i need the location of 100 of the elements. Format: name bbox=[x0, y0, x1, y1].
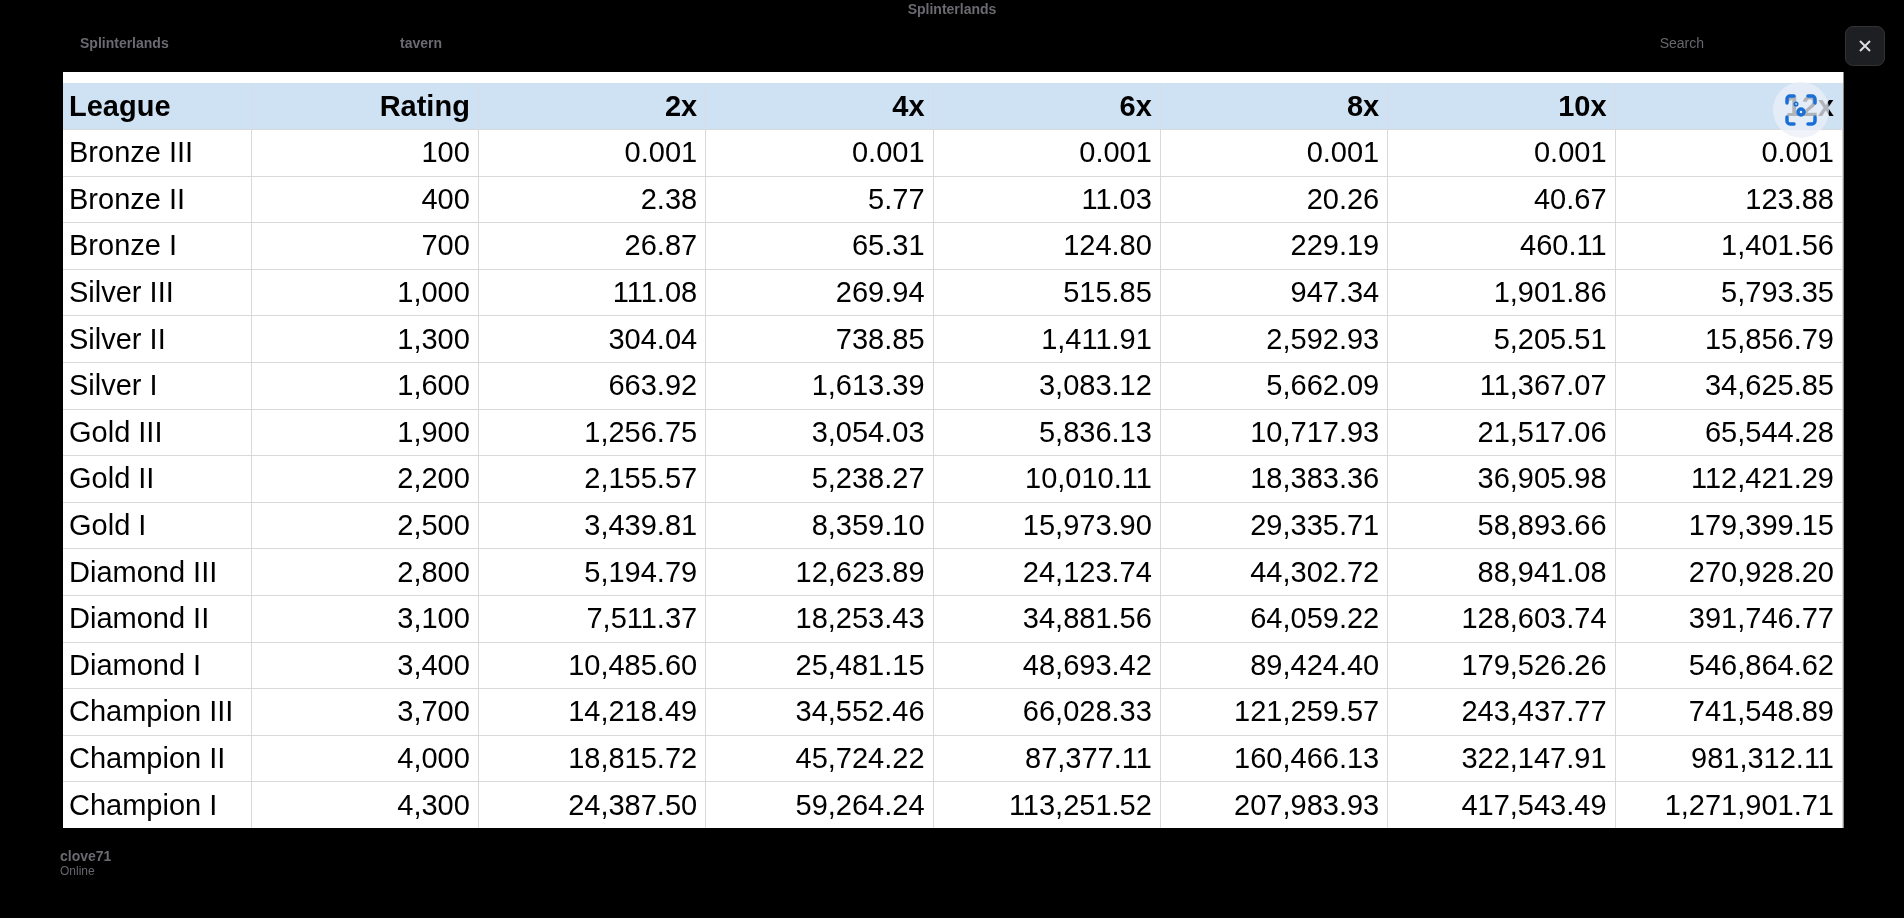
table-cell: 40.67 bbox=[1387, 176, 1616, 223]
table-cell: 229.19 bbox=[1160, 222, 1388, 270]
column-header: 2x bbox=[478, 83, 706, 130]
table-cell: Silver I bbox=[63, 362, 251, 410]
table-cell: Diamond II bbox=[63, 595, 251, 643]
table-cell: 3,100 bbox=[251, 595, 479, 643]
table-cell: 1,900 bbox=[251, 409, 479, 456]
table-cell: 160,466.13 bbox=[1160, 735, 1388, 782]
table-cell: 21,517.06 bbox=[1387, 409, 1616, 456]
user-status: Online bbox=[60, 864, 96, 878]
table-cell: 5.77 bbox=[705, 176, 934, 223]
table-cell: Champion I bbox=[63, 781, 251, 828]
table-cell: 269.94 bbox=[705, 269, 934, 316]
table-cell: 7,511.37 bbox=[478, 595, 706, 643]
table-cell: 663.92 bbox=[478, 362, 706, 410]
table-cell: 2,200 bbox=[251, 455, 479, 503]
table-cell: Diamond I bbox=[63, 642, 251, 689]
table-cell: 89,424.40 bbox=[1160, 642, 1388, 689]
table-cell: 515.85 bbox=[933, 269, 1161, 316]
table-cell: 270,928.20 bbox=[1615, 548, 1843, 596]
column-header: Rating bbox=[251, 83, 479, 130]
table-cell: 1,000 bbox=[251, 269, 479, 316]
table-cell: 128,603.74 bbox=[1387, 595, 1616, 643]
table-cell: 24,387.50 bbox=[478, 781, 706, 828]
table-cell: 24,123.74 bbox=[933, 548, 1161, 596]
table-cell: 0.001 bbox=[1387, 129, 1616, 177]
table-cell: 45,724.22 bbox=[705, 735, 934, 782]
table-cell: 546,864.62 bbox=[1615, 642, 1843, 689]
table-cell: 460.11 bbox=[1387, 222, 1616, 270]
table-cell: 87,377.11 bbox=[933, 735, 1161, 782]
table-cell: 18,815.72 bbox=[478, 735, 706, 782]
table-cell: Bronze III bbox=[63, 129, 251, 177]
table-cell: 207,983.93 bbox=[1160, 781, 1388, 828]
table-cell: 29,335.71 bbox=[1160, 502, 1388, 549]
table-cell: 5,662.09 bbox=[1160, 362, 1388, 410]
table-cell: 1,901.86 bbox=[1387, 269, 1616, 316]
table-cell: 8,359.10 bbox=[705, 502, 934, 549]
table-cell: 3,439.81 bbox=[478, 502, 706, 549]
column-header: 4x bbox=[705, 83, 934, 130]
table-cell: 179,399.15 bbox=[1615, 502, 1843, 549]
table-cell: 14,218.49 bbox=[478, 688, 706, 736]
server-name[interactable]: Splinterlands bbox=[80, 35, 380, 51]
table-cell: 1,613.39 bbox=[705, 362, 934, 410]
table-cell: 4,000 bbox=[251, 735, 479, 782]
table-cell: 741,548.89 bbox=[1615, 688, 1843, 736]
table-cell: 100 bbox=[251, 129, 479, 177]
table-cell: 66,028.33 bbox=[933, 688, 1161, 736]
table-cell: 3,400 bbox=[251, 642, 479, 689]
table-cell: 0.001 bbox=[1160, 129, 1388, 177]
channel-name: tavern bbox=[400, 35, 443, 51]
window-title: Splinterlands bbox=[907, 1, 997, 17]
search-field[interactable]: Search bbox=[1659, 35, 1704, 51]
table-cell: 0.001 bbox=[478, 129, 706, 177]
table-cell: 18,253.43 bbox=[705, 595, 934, 643]
close-button[interactable] bbox=[1845, 26, 1885, 66]
table-cell: 25,481.15 bbox=[705, 642, 934, 689]
table-cell: Bronze I bbox=[63, 222, 251, 270]
table-cell: 1,401.56 bbox=[1615, 222, 1843, 270]
table-cell: 1,411.91 bbox=[933, 315, 1161, 363]
table-cell: 1,600 bbox=[251, 362, 479, 410]
table-cell: Gold III bbox=[63, 409, 251, 456]
table-cell: 400 bbox=[251, 176, 479, 223]
table-cell: 3,083.12 bbox=[933, 362, 1161, 410]
table-cell: 20.26 bbox=[1160, 176, 1388, 223]
table-cell: 322,147.91 bbox=[1387, 735, 1616, 782]
table-cell: 417,543.49 bbox=[1387, 781, 1616, 828]
table-cell: 36,905.98 bbox=[1387, 455, 1616, 503]
table-cell: 11.03 bbox=[933, 176, 1161, 223]
table-cell: Silver III bbox=[63, 269, 251, 316]
table-cell: 10,717.93 bbox=[1160, 409, 1388, 456]
table-cell: 10,010.11 bbox=[933, 455, 1161, 503]
table-cell: 15,973.90 bbox=[933, 502, 1161, 549]
table-cell: 2,800 bbox=[251, 548, 479, 596]
table-cell: Diamond III bbox=[63, 548, 251, 596]
table-cell: 700 bbox=[251, 222, 479, 270]
column-header: 6x bbox=[933, 83, 1161, 130]
table-cell: 738.85 bbox=[705, 315, 934, 363]
table-cell: Bronze II bbox=[63, 176, 251, 223]
table-cell: 1,271,901.71 bbox=[1615, 781, 1843, 828]
table-cell: Silver II bbox=[63, 315, 251, 363]
table-cell: 5,836.13 bbox=[933, 409, 1161, 456]
table-cell: 112,421.29 bbox=[1615, 455, 1843, 503]
table-cell: 15,856.79 bbox=[1615, 315, 1843, 363]
table-cell: 65.31 bbox=[705, 222, 934, 270]
table-cell: 34,881.56 bbox=[933, 595, 1161, 643]
table-cell: 3,700 bbox=[251, 688, 479, 736]
table-cell: 44,302.72 bbox=[1160, 548, 1388, 596]
table-cell: 179,526.26 bbox=[1387, 642, 1616, 689]
table-cell: 10,485.60 bbox=[478, 642, 706, 689]
table-cell: 2,500 bbox=[251, 502, 479, 549]
table-cell: 48,693.42 bbox=[933, 642, 1161, 689]
table-cell: 1,256.75 bbox=[478, 409, 706, 456]
table-cell: 0.001 bbox=[705, 129, 934, 177]
table-cell: 981,312.11 bbox=[1615, 735, 1843, 782]
table-cell: 12,623.89 bbox=[705, 548, 934, 596]
table-cell: 88,941.08 bbox=[1387, 548, 1616, 596]
table-cell: 65,544.28 bbox=[1615, 409, 1843, 456]
table-cell: 5,194.79 bbox=[478, 548, 706, 596]
table-cell: 1,300 bbox=[251, 315, 479, 363]
table-cell: Champion II bbox=[63, 735, 251, 782]
